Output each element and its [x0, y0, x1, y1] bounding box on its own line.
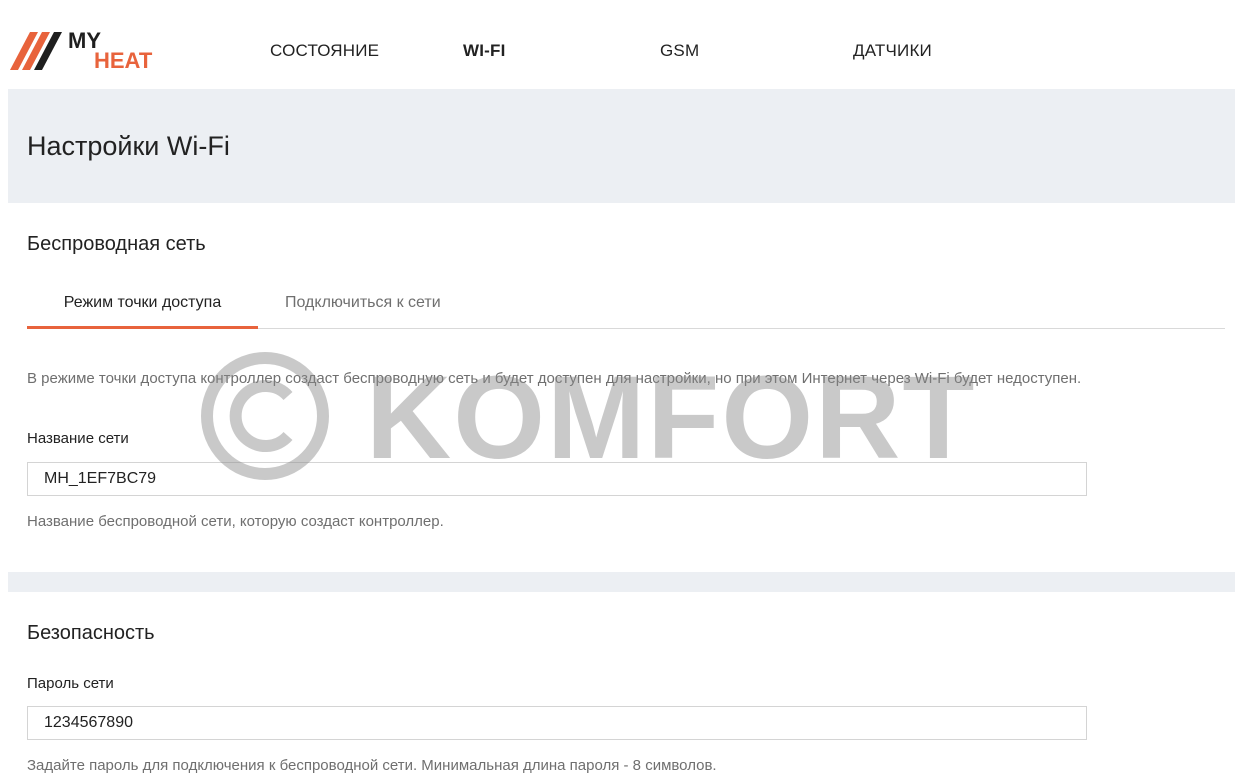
wifi-mode-tabs: Режим точки доступа Подключиться к сети — [27, 285, 1225, 329]
page: MY HEAT СОСТОЯНИЕ WI-FI GSM ДАТЧИКИ Наст… — [0, 0, 1235, 783]
network-name-label: Название сети — [27, 430, 129, 447]
nav-item-status[interactable]: СОСТОЯНИЕ — [270, 41, 379, 61]
nav-item-wifi[interactable]: WI-FI — [463, 41, 506, 61]
nav-item-sensors[interactable]: ДАТЧИКИ — [853, 41, 932, 61]
network-name-input[interactable] — [27, 462, 1087, 496]
nav-item-gsm[interactable]: GSM — [660, 41, 699, 61]
password-hint: Задайте пароль для подключения к беспров… — [27, 757, 717, 774]
top-navigation: MY HEAT СОСТОЯНИЕ WI-FI GSM ДАТЧИКИ — [0, 0, 1235, 89]
access-point-description: В режиме точки доступа контроллер создас… — [27, 370, 1082, 387]
tab-access-point[interactable]: Режим точки доступа — [27, 285, 258, 329]
section-title-security: Безопасность — [27, 622, 155, 644]
page-title: Настройки Wi-Fi — [27, 131, 230, 161]
tab-connect-network[interactable]: Подключиться к сети — [285, 285, 441, 326]
section-title-wireless: Беспроводная сеть — [27, 233, 206, 255]
password-input[interactable] — [27, 706, 1087, 740]
myheat-logo-icon[interactable]: MY HEAT — [8, 26, 168, 72]
password-label: Пароль сети — [27, 675, 114, 692]
network-name-hint: Название беспроводной сети, которую созд… — [27, 513, 444, 530]
page-header: Настройки Wi-Fi — [8, 89, 1235, 203]
section-divider — [8, 572, 1235, 592]
logo-text-bottom: HEAT — [94, 48, 153, 72]
